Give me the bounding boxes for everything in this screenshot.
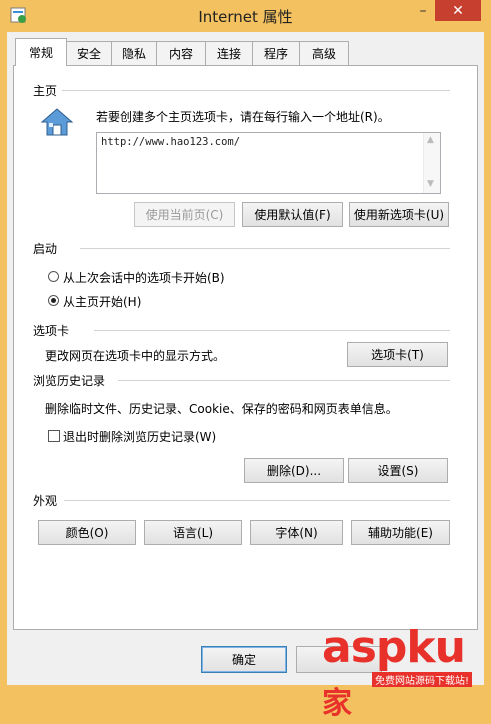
house-icon [40,107,74,137]
tab-privacy[interactable]: 隐私 [111,41,157,65]
tab-programs[interactable]: 程序 [252,41,300,65]
colors-button[interactable]: 颜色(O) [38,520,136,545]
tab-advanced[interactable]: 高级 [299,41,349,65]
radio-home-page[interactable] [48,295,59,306]
history-divider [118,380,450,381]
tab-general[interactable]: 常规 [15,38,67,66]
use-current-button[interactable]: 使用当前页(C) [134,202,235,227]
minimize-icon: – [419,3,427,19]
radio-last-session[interactable] [48,271,59,282]
languages-button[interactable]: 语言(L) [144,520,242,545]
scroll-down-icon[interactable]: ▼ [427,179,434,189]
home-divider [62,90,450,91]
tab-security[interactable]: 安全 [66,41,112,65]
appearance-heading: 外观 [33,494,58,508]
watermark-subtitle: 免费网站源码下载站! [372,672,473,687]
tab-content[interactable]: 内容 [156,41,206,65]
accessibility-button[interactable]: 辅助功能(E) [351,520,450,545]
history-settings-button[interactable]: 设置(S) [348,458,448,483]
delete-on-exit-label[interactable]: 退出时删除浏览历史记录(W) [63,428,216,445]
scroll-up-icon[interactable]: ▲ [427,135,434,145]
use-new-tab-button[interactable]: 使用新选项卡(U) [349,202,449,227]
textarea-scrollbar[interactable]: ▲ ▼ [423,133,440,193]
use-default-button[interactable]: 使用默认值(F) [242,202,343,227]
delete-history-button[interactable]: 删除(D)... [244,458,344,483]
fonts-button[interactable]: 字体(N) [250,520,343,545]
home-page-value: http://www.hao123.com/ [101,136,241,148]
tabs-divider [94,330,450,331]
radio-last-session-label[interactable]: 从上次会话中的选项卡开始(B) [63,269,225,286]
history-heading: 浏览历史记录 [33,374,106,388]
ok-button[interactable]: 确定 [201,646,287,673]
tabs-heading: 选项卡 [33,324,70,338]
tab-connections[interactable]: 连接 [205,41,253,65]
history-description: 删除临时文件、历史记录、Cookie、保存的密码和网页表单信息。 [45,402,398,416]
radio-home-page-label[interactable]: 从主页开始(H) [63,293,141,310]
home-heading: 主页 [33,84,58,98]
startup-divider [80,248,450,249]
close-button[interactable]: ✕ [435,0,481,21]
delete-on-exit-checkbox[interactable] [48,430,60,442]
tabs-description: 更改网页在选项卡中的显示方式。 [45,349,226,363]
appearance-divider [64,500,450,501]
close-icon: ✕ [452,2,464,19]
minimize-button[interactable]: – [410,0,436,22]
home-instruction: 若要创建多个主页选项卡，请在每行输入一个地址(R)。 [96,110,390,124]
startup-heading: 启动 [33,242,58,256]
home-page-textarea[interactable]: http://www.hao123.com/ ▲ ▼ [96,132,441,194]
tabs-settings-button[interactable]: 选项卡(T) [347,342,448,367]
